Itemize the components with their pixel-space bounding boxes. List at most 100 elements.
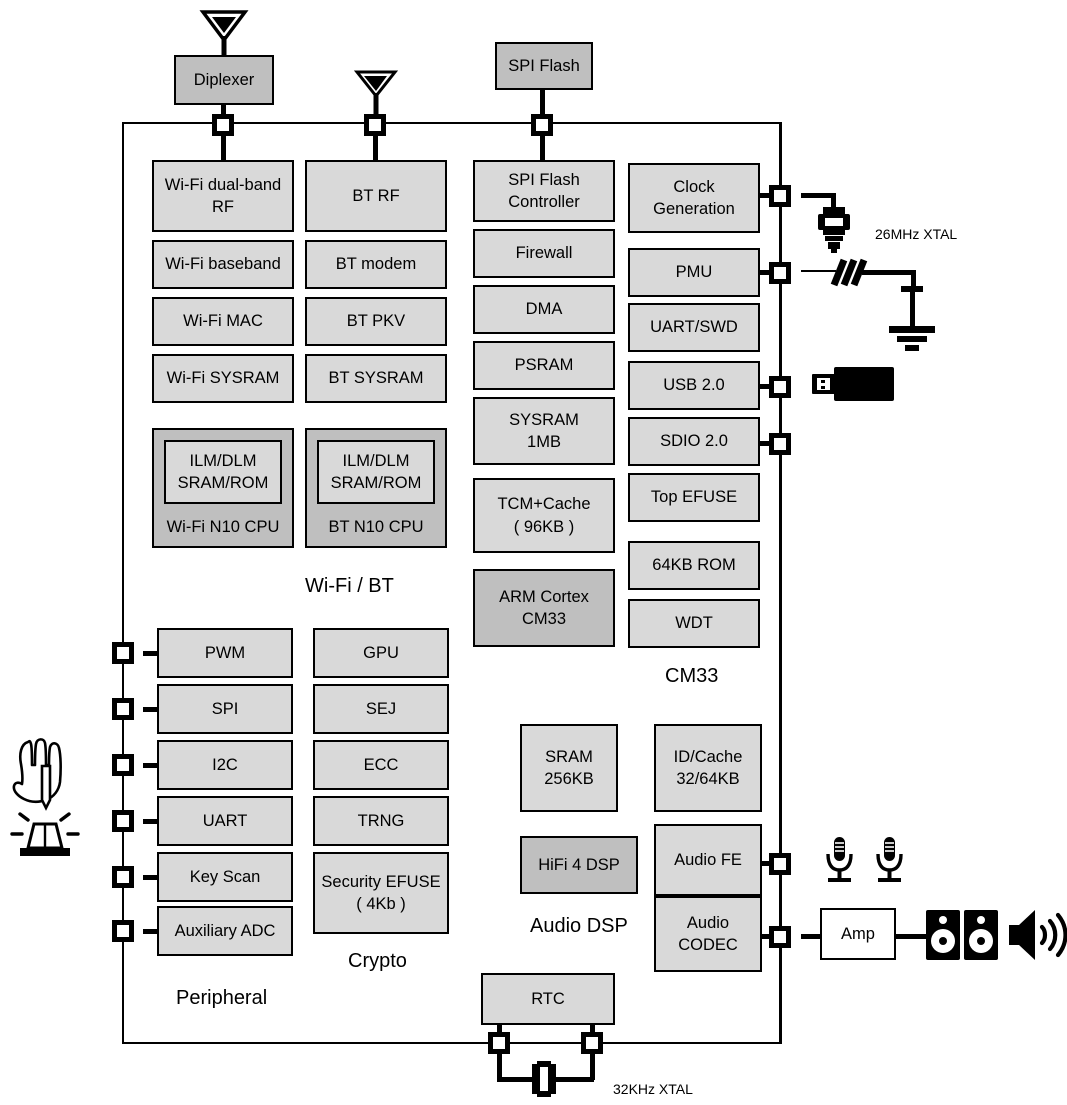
block-pmu: PMU [628,248,760,297]
wire-pin-to-bt-rf [373,136,378,162]
block-wifi-dual-band-rf: Wi-Fi dual-band RF [152,160,294,232]
block-label: WDT [675,614,713,633]
block-pwm: PWM [157,628,293,678]
block-label: SRAM [545,747,593,766]
block-sysram-1mb: SYSRAM 1MB [473,397,615,465]
block-bt-rf: BT RF [305,160,447,232]
block-label: Firewall [515,244,573,263]
block-label: TRNG [357,811,405,830]
block-bt-modem: BT modem [305,240,447,289]
pin-rtc-left [488,1032,510,1054]
pin-rtc-right [581,1032,603,1054]
pin-sdio [769,433,791,455]
block-label: USB 2.0 [663,376,725,395]
wire-pin-to-spi-ctrl [540,136,545,162]
block-wdt: WDT [628,599,760,648]
block-audio-codec: Audio CODEC [654,896,762,972]
pin-spi-flash [531,114,553,136]
label-26mhz-xtal: 26MHz XTAL [875,226,958,242]
block-label: BT PKV [346,312,406,331]
block-label: Audio FE [674,850,742,869]
block-label-line2: SRAM/ROM [330,474,422,492]
crystal-icon-32khz [532,1061,556,1097]
wire-pin-i2c [143,763,159,768]
block-label: Auxiliary ADC [174,921,276,940]
block-amp: Amp [820,908,896,960]
spi-flash-label: SPI Flash [508,56,580,75]
amp-label: Amp [841,924,875,943]
wire-pin-key-scan [143,875,159,880]
cpu-label: Wi-Fi N10 CPU [166,518,280,536]
pin-key-scan [112,866,134,888]
block-label: Security EFUSE [321,872,441,891]
sound-output-icon [1009,910,1067,960]
wire-amp-to-speakers [895,934,927,939]
block-i2c: I2C [157,740,293,790]
block-wifi-baseband: Wi-Fi baseband [152,240,294,289]
block-label: Top EFUSE [650,488,738,507]
pin-audio-fe [769,853,791,875]
block-trng: TRNG [313,796,449,846]
block-label: 64KB ROM [652,556,736,575]
external-spi-flash: SPI Flash [495,42,593,90]
block-label: UART [202,811,248,830]
block-arm-cortex-cm33: ARM Cortex CM33 [473,569,615,647]
block-label: TCM+Cache [497,495,591,514]
block-rtc: RTC [481,973,615,1025]
block-wifi-mac: Wi-Fi MAC [152,297,294,346]
block-label: ILM/DLM [342,451,410,470]
block-clock-generation: Clock Generation [628,163,760,233]
block-uart-swd: UART/SWD [628,303,760,352]
block-label: ECC [363,755,399,774]
right-edge-bus [779,122,781,1044]
block-hifi-4-dsp: HiFi 4 DSP [520,836,638,894]
block-bt-n10-cpu: ILM/DLM SRAM/ROM BT N10 CPU [305,428,447,548]
block-audio-sram: SRAM 256KB [520,724,618,812]
block-key-scan: Key Scan [157,852,293,902]
pin-spi [112,698,134,720]
block-label-line2: RF [212,198,234,216]
block-wifi-sysram: Wi-Fi SYSRAM [152,354,294,403]
wire-pin-uart [143,819,159,824]
block-gpu: GPU [313,628,449,678]
block-label: Wi-Fi baseband [165,255,281,274]
block-spi-flash-controller: SPI Flash Controller [473,160,615,222]
block-label: SDIO 2.0 [660,432,728,451]
wire-xtal32k-bottom-left [497,1077,532,1082]
block-label-line2: 1MB [527,433,561,451]
wire-spiflash-to-pin [540,89,545,117]
wire-codec-to-amp [801,934,822,939]
block-label: Audio [686,913,730,932]
block-auxiliary-adc: Auxiliary ADC [157,906,293,956]
caption-cm33: CM33 [665,665,719,687]
caption-audio-dsp: Audio DSP [530,915,628,937]
block-bt-sysram: BT SYSRAM [305,354,447,403]
block-label: ILM/DLM [189,451,257,470]
block-label: I2C [212,755,238,774]
block-label-line2: 32/64KB [676,770,740,788]
block-spi: SPI [157,684,293,734]
block-label: DMA [525,300,563,319]
speaker-box-icon-2 [964,910,998,960]
block-label: SPI [211,699,239,718]
block-psram: PSRAM [473,341,615,390]
block-label: Clock [673,177,715,196]
block-wifi-ilm-dlm: ILM/DLM SRAM/ROM [164,440,282,504]
block-label-line2: CM33 [521,610,566,628]
block-firewall: Firewall [473,229,615,278]
block-label: ARM Cortex [499,587,589,606]
block-label-line2: Controller [508,193,580,211]
block-label: PWM [204,643,246,662]
external-diplexer: Diplexer [174,55,274,105]
block-label: BT SYSRAM [328,369,424,388]
pin-wifi-rf [212,114,234,136]
block-label: BT RF [352,186,400,205]
pin-usb [769,376,791,398]
block-wifi-n10-cpu: ILM/DLM SRAM/ROM Wi-Fi N10 CPU [152,428,294,548]
diplexer-label: Diplexer [193,70,255,89]
block-label: UART/SWD [650,318,738,337]
block-label-line2: SRAM/ROM [177,474,269,492]
usb-connector-icon [812,367,894,401]
block-label-line2: Generation [653,200,735,218]
pin-uart [112,810,134,832]
